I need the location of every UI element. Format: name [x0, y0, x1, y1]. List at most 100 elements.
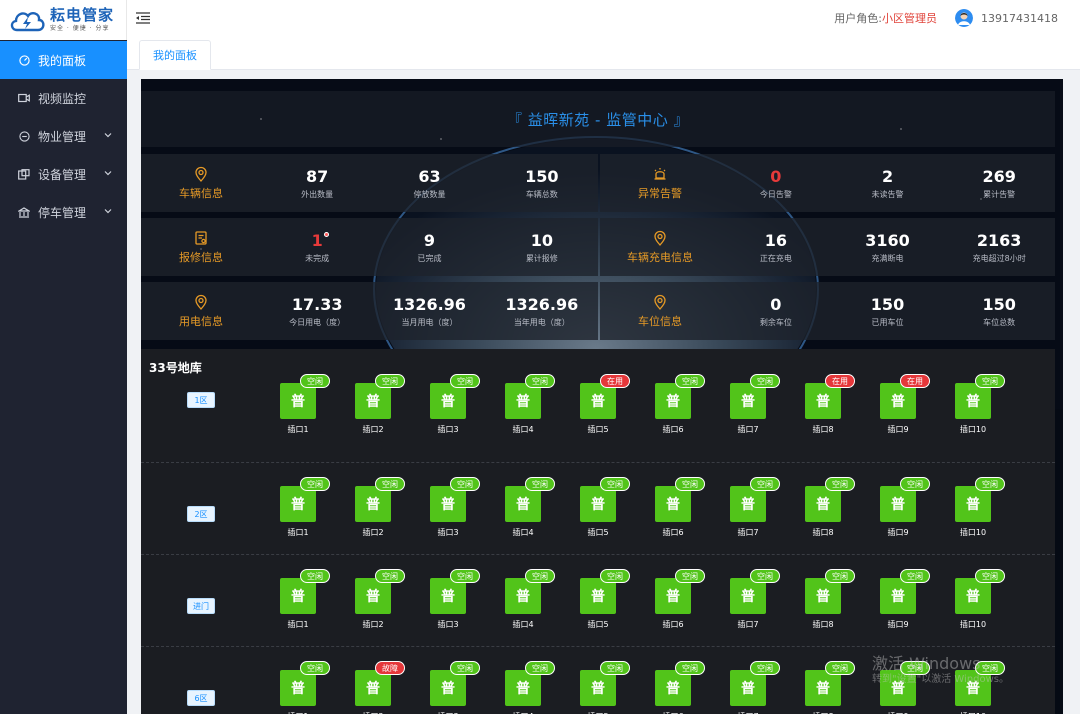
- charging-plug[interactable]: 普空闲插口8: [805, 477, 865, 537]
- zone-tag[interactable]: 2区: [187, 506, 215, 522]
- plug-name: 插口6: [662, 425, 684, 434]
- stat-item: 63 停放数量: [373, 167, 485, 200]
- stat-label: 未读告警: [871, 189, 904, 199]
- menu-fold-icon[interactable]: [136, 12, 150, 24]
- charging-plug[interactable]: 普空闲 插口2: [355, 477, 415, 537]
- stat-value: 0: [770, 294, 782, 314]
- charging-plug[interactable]: 普空闲插口8: [805, 661, 865, 714]
- plug-type: 普: [955, 383, 991, 419]
- plug-type: 普: [655, 486, 691, 522]
- charging-plug[interactable]: 普空闲插口5: [580, 477, 640, 537]
- charging-plug[interactable]: 普空闲插口1: [280, 477, 340, 537]
- charging-plug[interactable]: 普空闲插口6: [655, 374, 715, 434]
- stat-item: 3160 充满断电: [832, 231, 944, 264]
- charging-plug[interactable]: 普空闲 插口2: [355, 569, 415, 629]
- location-icon: [193, 166, 209, 182]
- stat-value: 87: [306, 166, 329, 186]
- role-value: 小区管理员: [882, 12, 938, 25]
- plug-status-badge: 空闲: [675, 477, 705, 491]
- sidebar-item-video[interactable]: 视频监控: [0, 79, 127, 117]
- charging-plug[interactable]: 普空闲插口6: [655, 477, 715, 537]
- plug-status-badge: 空闲: [525, 569, 555, 583]
- group-label: 车辆信息: [141, 166, 261, 201]
- zone-tag[interactable]: 进门: [187, 598, 215, 614]
- charging-plug[interactable]: 普空闲插口3: [430, 477, 490, 537]
- charging-plug[interactable]: 普空闲插口3: [430, 661, 490, 714]
- charging-plug[interactable]: 普空闲插口4: [505, 569, 565, 629]
- charging-plug[interactable]: 普空闲插口8: [805, 569, 865, 629]
- plug-name: 插口6: [662, 528, 684, 537]
- tab-dashboard[interactable]: 我的面板: [139, 40, 211, 70]
- stat-item: 0 剩余车位: [720, 295, 832, 328]
- charging-plug[interactable]: 普空闲插口10: [955, 569, 1015, 629]
- stats-row: 用电信息 17.33 今日用电（度） 1326.96 当月用电（度） 1326.96 当年用…: [141, 282, 1055, 340]
- zone-tag[interactable]: 1区: [187, 392, 215, 408]
- stat-value: 63: [418, 166, 441, 186]
- property-icon: [18, 130, 30, 142]
- charging-plug[interactable]: 普空闲插口3: [430, 374, 490, 434]
- stat-value: 0: [770, 166, 782, 186]
- plug-type: 普: [505, 486, 541, 522]
- plug-name: 插口1: [287, 528, 309, 537]
- charging-plug[interactable]: 普空闲 插口2: [355, 374, 415, 434]
- charging-plug[interactable]: 普空闲插口5: [580, 569, 640, 629]
- charging-plug[interactable]: 普空闲插口9: [880, 569, 940, 629]
- charging-plug[interactable]: 普空闲插口4: [505, 661, 565, 714]
- app: { "brand": { "name": "耘电管家", "slogan": "…: [0, 0, 1080, 714]
- group-label-text: 车辆信息: [179, 186, 223, 200]
- charging-plug[interactable]: 普空闲插口7: [730, 569, 790, 629]
- charging-plug[interactable]: 普空闲插口6: [655, 569, 715, 629]
- charging-plug[interactable]: 普在用 插口8: [805, 374, 865, 434]
- stat-label: 外出数量: [301, 189, 334, 199]
- stat-label: 剩余车位: [759, 317, 792, 327]
- role-label: 用户角色:: [834, 12, 883, 25]
- zone-tag[interactable]: 6区: [187, 690, 215, 706]
- stat-item: 0 今日告警: [720, 167, 832, 200]
- stat-item: 150 车辆总数: [486, 167, 598, 200]
- user-phone[interactable]: 13917431418: [981, 12, 1058, 25]
- panel-title: 『 益晖新苑 - 监管中心 』: [141, 91, 1055, 147]
- plug-type: 普: [805, 486, 841, 522]
- charging-plug[interactable]: 普空闲插口1: [280, 374, 340, 434]
- brand-name: 耘电管家: [50, 6, 115, 24]
- charging-plug[interactable]: 普故障插口2: [355, 661, 415, 714]
- stat-value: 1: [312, 231, 329, 251]
- charging-plug[interactable]: 普空闲插口5: [580, 661, 640, 714]
- charging-plug[interactable]: 普空闲插口9: [880, 477, 940, 537]
- charging-plug[interactable]: 普空闲插口10: [955, 374, 1015, 434]
- stat-value: 10: [530, 230, 553, 250]
- sidebar-item-parking[interactable]: 停车管理: [0, 193, 127, 231]
- charging-plug[interactable]: 普在用 插口9: [880, 374, 940, 434]
- chevron-down-icon: [104, 171, 112, 176]
- charging-plug[interactable]: 普空闲插口4: [505, 374, 565, 434]
- plug-status-badge: 空闲: [375, 569, 405, 583]
- plug-status-badge: 空闲: [750, 661, 780, 675]
- charging-plug[interactable]: 普空闲插口4: [505, 477, 565, 537]
- charging-plug[interactable]: 普空闲插口7: [730, 374, 790, 434]
- charging-plug[interactable]: 普空闲插口6: [655, 661, 715, 714]
- plug-type: 普: [730, 383, 766, 419]
- monitor-panel: 『 益晖新苑 - 监管中心 』 车辆信息 87 外出数量 63 停放数量 150 车辆总数 异…: [141, 79, 1063, 714]
- charging-plug[interactable]: 普空闲插口7: [730, 661, 790, 714]
- stat-value: 9: [423, 230, 436, 250]
- charging-plug[interactable]: 普空闲插口1: [280, 661, 340, 714]
- sidebar-item-dashboard[interactable]: 我的面板: [0, 41, 127, 79]
- charging-plug[interactable]: 普空闲插口3: [430, 569, 490, 629]
- plug-name: 插口1: [287, 425, 309, 434]
- repair-icon: [193, 230, 209, 246]
- avatar[interactable]: [955, 9, 974, 27]
- stat-value: 150: [525, 166, 559, 186]
- plug-type: 普: [955, 486, 991, 522]
- logo[interactable]: 耘电管家 安全 · 便捷 · 分享: [0, 0, 127, 40]
- stat-value: 150: [982, 294, 1016, 314]
- sidebar-item-device[interactable]: 设备管理: [0, 155, 127, 193]
- stat-item: 17.33 今日用电（度）: [261, 295, 373, 328]
- charging-plug[interactable]: 普空闲插口7: [730, 477, 790, 537]
- charging-plug[interactable]: 普空闲插口10: [955, 477, 1015, 537]
- tab-bar: 我的面板: [127, 36, 1080, 70]
- plug-status-badge: 空闲: [825, 569, 855, 583]
- sidebar-item-property[interactable]: 物业管理: [0, 117, 127, 155]
- charging-plug[interactable]: 普空闲插口1: [280, 569, 340, 629]
- plug-status-badge: 空闲: [375, 374, 405, 388]
- charging-plug[interactable]: 普在用 插口5: [580, 374, 640, 434]
